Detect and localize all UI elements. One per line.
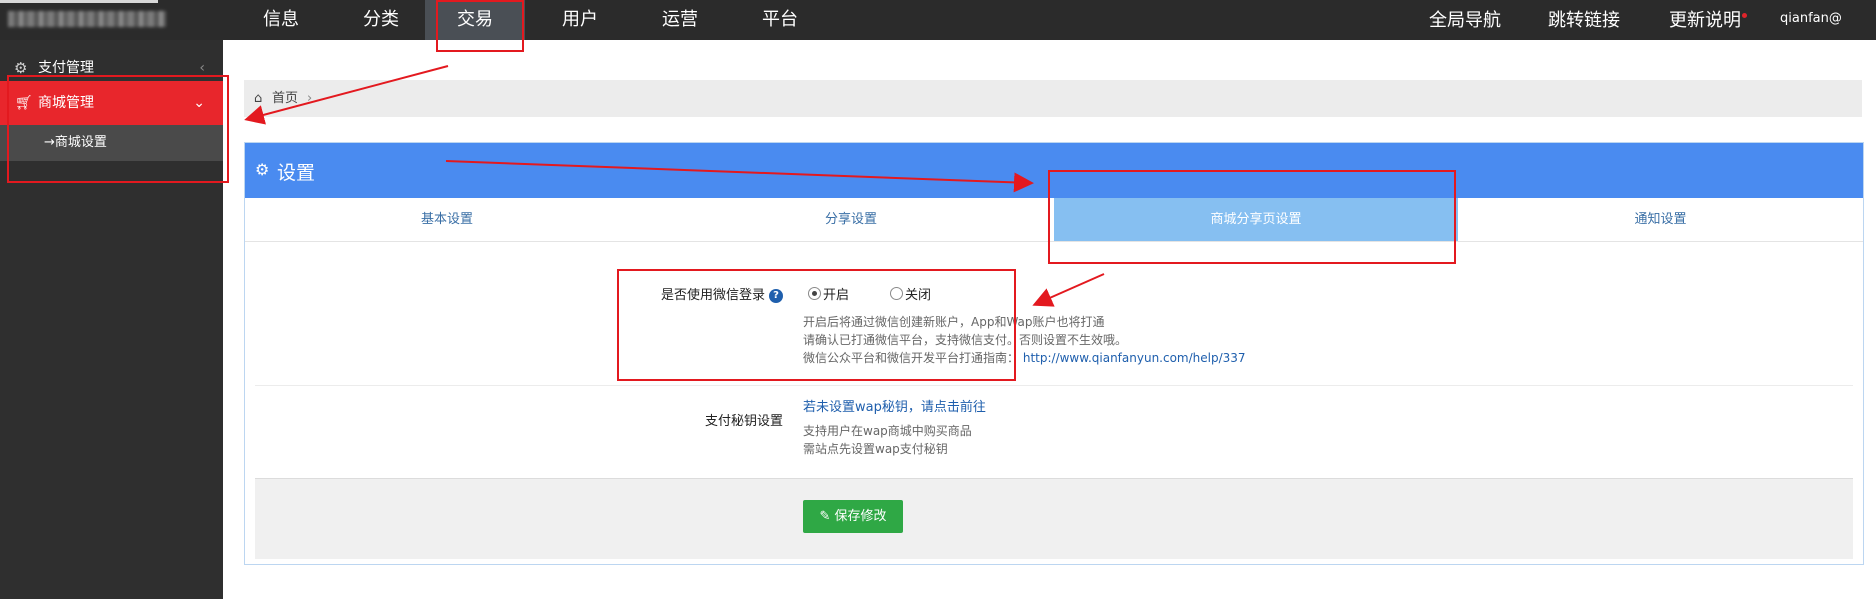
logo-underline (0, 0, 158, 3)
site-logo[interactable] (8, 11, 166, 27)
pay-secret-hint-2: 需站点先设置wap支付秘钥 (803, 442, 948, 456)
annotation-box-trade-nav (436, 0, 524, 52)
save-button[interactable]: ✎ 保存修改 (803, 500, 903, 533)
nav-item-category[interactable]: 分类 (354, 0, 408, 40)
tab-share-settings[interactable]: 分享设置 (649, 198, 1053, 241)
breadcrumb-separator: › (307, 91, 313, 106)
gears-icon: ⚙ (255, 160, 270, 179)
pay-secret-label: 支付秘钥设置 (704, 414, 783, 429)
user-menu[interactable]: qianfan@ (1780, 0, 1842, 40)
pencil-icon: ✎ (819, 509, 831, 524)
pay-secret-link-row: 若未设置wap秘钥，请点击前往 (803, 399, 986, 417)
annotation-box-wechat-login (617, 269, 1016, 381)
form-actions: ✎ 保存修改 (255, 478, 1853, 559)
nav-item-operation[interactable]: 运营 (653, 0, 707, 40)
tab-basic-settings[interactable]: 基本设置 (245, 198, 649, 241)
annotation-box-tab (1048, 170, 1456, 264)
global-nav-link[interactable]: 全局导航 (1429, 0, 1501, 40)
top-nav-bar: 信息 分类 交易 用户 运营 平台 全局导航 跳转链接 更新说明 qianfan… (0, 0, 1876, 40)
update-notes-link[interactable]: 更新说明 (1669, 0, 1747, 40)
jump-link[interactable]: 跳转链接 (1548, 0, 1620, 40)
annotation-box-sidebar (7, 75, 229, 183)
update-notes-label: 更新说明 (1669, 10, 1741, 31)
home-icon: ⌂ (254, 91, 263, 106)
guide-link[interactable]: http://www.qianfanyun.com/help/337 (1023, 351, 1246, 365)
breadcrumb-home[interactable]: 首页 (272, 80, 298, 117)
tab-notification-settings[interactable]: 通知设置 (1458, 198, 1863, 241)
nav-item-user[interactable]: 用户 (553, 0, 607, 40)
pay-secret-hint-1: 支持用户在wap商城中购买商品 (803, 424, 972, 438)
breadcrumb: ⌂ 首页 › (244, 80, 1862, 117)
wap-secret-link[interactable]: 若未设置wap秘钥，请点击前往 (803, 400, 986, 415)
nav-item-platform[interactable]: 平台 (753, 0, 807, 40)
row-divider (255, 385, 1853, 386)
panel-title: 设置 (277, 162, 316, 184)
notification-dot (1742, 13, 1747, 18)
nav-item-info[interactable]: 信息 (254, 0, 308, 40)
save-button-label: 保存修改 (834, 509, 887, 524)
